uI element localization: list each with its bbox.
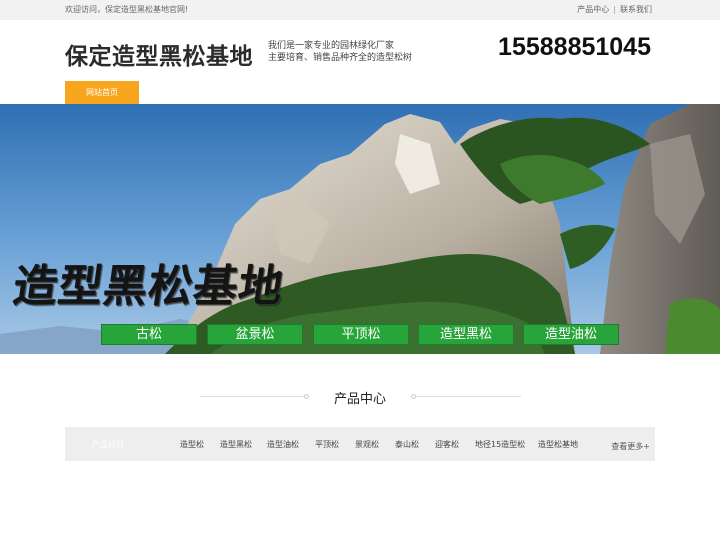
welcome-text: 欢迎访问，保定造型黑松基地官网! xyxy=(65,5,189,14)
top-link-separator: | xyxy=(613,5,616,14)
slogan-line-2: 主要培育、销售品种齐全的造型松树 xyxy=(268,53,413,63)
product-category-bar: 产品栏目 造型松 造型黑松 造型油松 平顶松 景观松 泰山松 迎客松 地径15造… xyxy=(65,427,655,461)
category-item-jingguansong[interactable]: 景观松 xyxy=(355,439,379,450)
category-item-yingkesong[interactable]: 迎客松 xyxy=(435,439,459,450)
hero-banner[interactable]: 造型黑松基地 古松 盆景松 平顶松 造型黑松 造型油松 xyxy=(0,104,720,354)
category-item-pingdingsong[interactable]: 平顶松 xyxy=(315,439,339,450)
banner-tag-pingdingsong[interactable]: 平顶松 xyxy=(313,324,409,345)
category-heading: 产品栏目 xyxy=(92,440,124,449)
top-links: 产品中心 | 联系我们 xyxy=(577,4,652,15)
view-more-link[interactable]: 查看更多+ xyxy=(611,441,650,452)
hotline-phone: 15588851045 xyxy=(498,33,651,61)
slogan-line-1: 我们是一家专业的园林绿化厂家 xyxy=(268,41,395,51)
site-brand[interactable]: 保定造型黑松基地 xyxy=(65,37,253,71)
category-item-zaoxingsong-jidi[interactable]: 造型松基地 xyxy=(538,439,578,450)
site-slogan: 我们是一家专业的园林绿化厂家 主要培育、销售品种齐全的造型松树 xyxy=(268,40,412,64)
banner-tag-gusong[interactable]: 古松 xyxy=(101,324,197,345)
banner-landscape-image xyxy=(0,104,720,354)
category-item-zaoxingsong[interactable]: 造型松 xyxy=(180,439,204,450)
nav-home-button[interactable]: 网站首页 xyxy=(65,81,139,104)
top-bar: 欢迎访问，保定造型黑松基地官网! 产品中心 | 联系我们 xyxy=(0,0,720,20)
banner-tag-zaoxing-yousong[interactable]: 造型油松 xyxy=(523,324,619,345)
category-item-zaoxing-yousong[interactable]: 造型油松 xyxy=(267,439,299,450)
banner-tag-zaoxing-heisong[interactable]: 造型黑松 xyxy=(418,324,514,345)
top-link-contact[interactable]: 联系我们 xyxy=(620,4,652,15)
section-title-products: 产品中心 xyxy=(333,392,386,407)
category-item-zaoxing-heisong[interactable]: 造型黑松 xyxy=(220,439,252,450)
banner-title: 造型黑松基地 xyxy=(9,261,287,312)
category-item-taishansong[interactable]: 泰山松 xyxy=(395,439,419,450)
top-link-products[interactable]: 产品中心 xyxy=(577,4,609,15)
banner-tag-penjingsong[interactable]: 盆景松 xyxy=(207,324,303,345)
title-divider-right xyxy=(416,396,521,397)
category-item-dijing15[interactable]: 地径15造型松 xyxy=(475,439,525,450)
